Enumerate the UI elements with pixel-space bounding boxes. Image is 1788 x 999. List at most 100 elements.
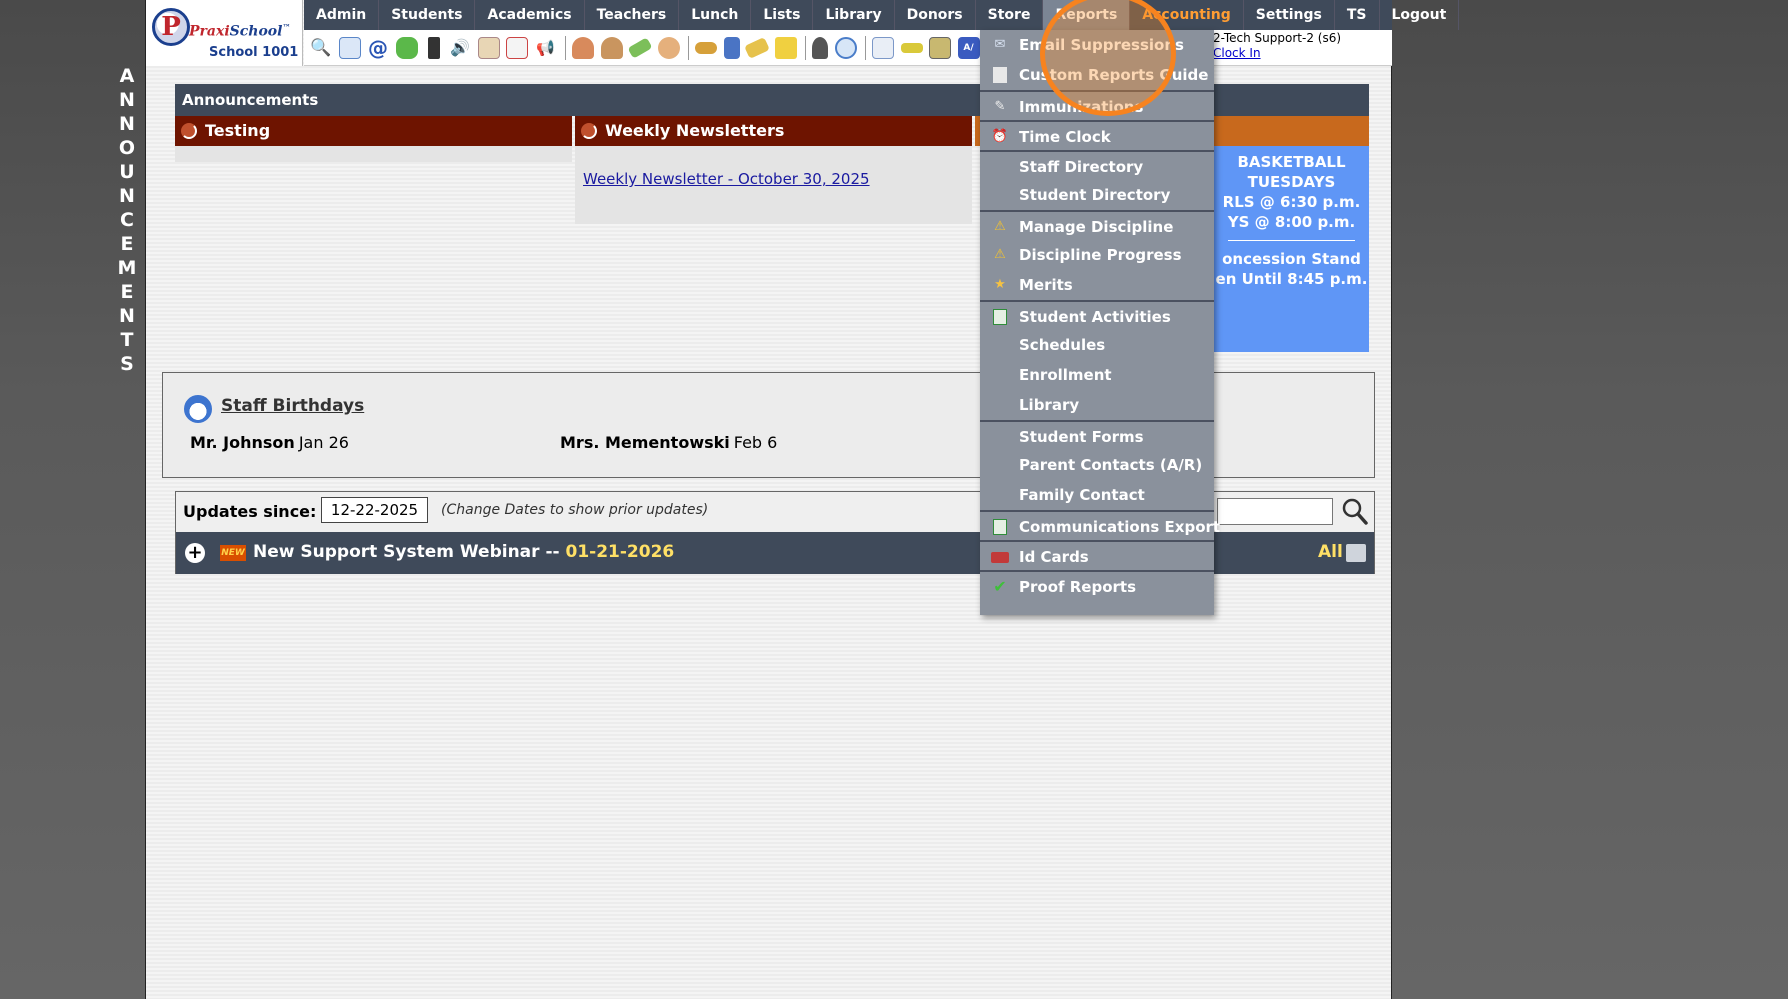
new-badge: NEW bbox=[220, 545, 246, 561]
person-icon[interactable] bbox=[600, 36, 623, 59]
menu-schedules[interactable]: Schedules bbox=[980, 330, 1214, 360]
menu-family-contact[interactable]: Family Contact bbox=[980, 480, 1214, 510]
card-icon[interactable] bbox=[900, 42, 923, 53]
search-icon[interactable] bbox=[1341, 496, 1369, 526]
nav-students[interactable]: Students bbox=[379, 0, 476, 30]
newsletter-link[interactable]: Weekly Newsletter - October 30, 2025 bbox=[583, 170, 870, 188]
menu-communications-export[interactable]: Communications Export bbox=[980, 510, 1220, 540]
update-item-title: New Support System Webinar -- 01-21-2026 bbox=[253, 542, 674, 562]
menu-time-clock[interactable]: ⏰ Time Clock bbox=[980, 120, 1214, 150]
speaker-icon[interactable]: 🔊 bbox=[449, 37, 471, 59]
nav-ts[interactable]: TS bbox=[1335, 0, 1380, 30]
person-add-icon[interactable] bbox=[572, 36, 594, 59]
birthday-entry: Mr. Johnson Jan 26 bbox=[190, 433, 349, 452]
menu-parent-contacts[interactable]: Parent Contacts (A/R) bbox=[980, 450, 1214, 480]
clock-in-link[interactable]: Clock In bbox=[1213, 46, 1261, 60]
id-card-icon bbox=[991, 552, 1009, 563]
updates-search-input[interactable] bbox=[1217, 498, 1333, 525]
vertical-announcements-label: A N N O U N C E M E N T S bbox=[116, 64, 138, 376]
menu-immunizations[interactable]: ✎ Immunizations bbox=[980, 90, 1214, 120]
updates-since-label: Updates since: bbox=[183, 502, 317, 521]
checkmark-icon: ✔ bbox=[993, 577, 1007, 596]
birthday-date: Feb 6 bbox=[733, 433, 778, 452]
menu-custom-reports-guide[interactable]: Custom Reports Guide bbox=[980, 60, 1214, 90]
expand-plus-icon[interactable]: + bbox=[185, 543, 205, 563]
clock-icon[interactable] bbox=[834, 36, 857, 59]
group-icon[interactable] bbox=[657, 36, 680, 59]
menu-student-directory[interactable]: Student Directory bbox=[980, 180, 1214, 210]
updates-date-input[interactable] bbox=[321, 497, 428, 523]
basket-line: BASKETBALL bbox=[1237, 153, 1346, 171]
basket-line: oncession Stand bbox=[1222, 250, 1361, 268]
nav-settings[interactable]: Settings bbox=[1244, 0, 1335, 30]
nav-logout[interactable]: Logout bbox=[1380, 0, 1460, 30]
cake-icon bbox=[184, 395, 212, 423]
nav-academics[interactable]: Academics bbox=[475, 0, 585, 30]
newsletters-column-body: Weekly Newsletter - October 30, 2025 bbox=[575, 146, 972, 224]
calendar-icon[interactable] bbox=[506, 36, 528, 59]
all-link[interactable]: All bbox=[1318, 542, 1343, 562]
burger-icon[interactable] bbox=[695, 41, 717, 54]
menu-enrollment[interactable]: Enrollment bbox=[980, 360, 1214, 390]
bell-icon[interactable] bbox=[744, 36, 770, 59]
user-name: 2-Tech Support-2 (s6) bbox=[1213, 31, 1342, 45]
menu-merits[interactable]: ★ Merits bbox=[980, 270, 1214, 300]
nav-admin[interactable]: Admin bbox=[304, 0, 380, 30]
nav-teachers[interactable]: Teachers bbox=[585, 0, 680, 30]
menu-proof-reports[interactable]: ✔ Proof Reports bbox=[980, 570, 1214, 600]
toolbar-divider bbox=[865, 35, 866, 60]
book-icon[interactable] bbox=[723, 36, 740, 59]
font-icon[interactable]: A/ bbox=[957, 36, 980, 59]
teacher-icon[interactable] bbox=[812, 36, 828, 59]
staff-birthdays-link[interactable]: Staff Birthdays bbox=[221, 396, 364, 416]
calendar-grid-icon[interactable] bbox=[338, 36, 361, 59]
news-icon[interactable] bbox=[477, 36, 500, 59]
nav-reports[interactable]: Reports bbox=[1043, 0, 1131, 30]
vertical-letter: E bbox=[120, 233, 134, 255]
user-info: 2-Tech Support-2 (s6) Clock In bbox=[1213, 31, 1341, 61]
pencil-icon[interactable] bbox=[627, 36, 653, 59]
menu-id-cards[interactable]: Id Cards bbox=[980, 540, 1214, 570]
vertical-letter: N bbox=[119, 113, 135, 135]
transfer-icon[interactable] bbox=[774, 36, 797, 59]
vertical-letter: U bbox=[119, 161, 135, 183]
menu-discipline-progress[interactable]: ⚠ Discipline Progress bbox=[980, 240, 1214, 270]
envelope-icon: ✉ bbox=[994, 37, 1006, 52]
menu-student-activities[interactable]: Student Activities bbox=[980, 300, 1214, 330]
basket-line: en Until 8:45 p.m. bbox=[1215, 270, 1368, 288]
vertical-letter: O bbox=[118, 137, 136, 159]
menu-staff-directory[interactable]: Staff Directory bbox=[980, 150, 1214, 180]
spreadsheet-icon bbox=[993, 519, 1007, 535]
printer-icon[interactable] bbox=[929, 36, 951, 59]
table-icon[interactable] bbox=[872, 36, 894, 59]
testing-title: Testing bbox=[205, 121, 271, 140]
megaphone-icon[interactable]: 📢 bbox=[535, 37, 557, 59]
menu-student-forms[interactable]: Student Forms bbox=[980, 420, 1214, 450]
basket-divider bbox=[1228, 240, 1355, 241]
nav-lunch[interactable]: Lunch bbox=[679, 0, 752, 30]
vertical-letter: N bbox=[119, 305, 135, 327]
vertical-letter: N bbox=[119, 89, 135, 111]
spreadsheet-icon bbox=[993, 309, 1007, 325]
search-icon[interactable]: 🔍 bbox=[310, 37, 332, 59]
menu-library[interactable]: Library bbox=[980, 390, 1214, 420]
email-at-icon[interactable]: @ bbox=[367, 37, 389, 59]
printer-icon[interactable] bbox=[1346, 544, 1366, 562]
vertical-letter: C bbox=[120, 209, 134, 231]
menu-email-suppressions[interactable]: ✉ Email Suppressions bbox=[980, 30, 1214, 60]
nav-accounting[interactable]: Accounting bbox=[1130, 0, 1244, 30]
document-icon bbox=[993, 67, 1007, 83]
nav-donors[interactable]: Donors bbox=[895, 0, 976, 30]
reports-dropdown-menu: ✉ Email Suppressions Custom Reports Guide… bbox=[980, 30, 1220, 615]
nav-store[interactable]: Store bbox=[976, 0, 1044, 30]
nav-library[interactable]: Library bbox=[813, 0, 895, 30]
warning-icon: ⚠ bbox=[994, 219, 1006, 234]
logo[interactable]: P PraxiSchool™ School 1001 bbox=[146, 0, 303, 66]
toolbar-divider bbox=[805, 35, 806, 60]
vertical-letter: T bbox=[120, 329, 134, 351]
nav-lists[interactable]: Lists bbox=[751, 0, 814, 30]
mobile-phone-icon[interactable] bbox=[428, 36, 440, 59]
chat-icon[interactable] bbox=[395, 36, 418, 59]
logo-mark-icon: P bbox=[152, 8, 190, 46]
menu-manage-discipline[interactable]: ⚠ Manage Discipline bbox=[980, 210, 1214, 240]
